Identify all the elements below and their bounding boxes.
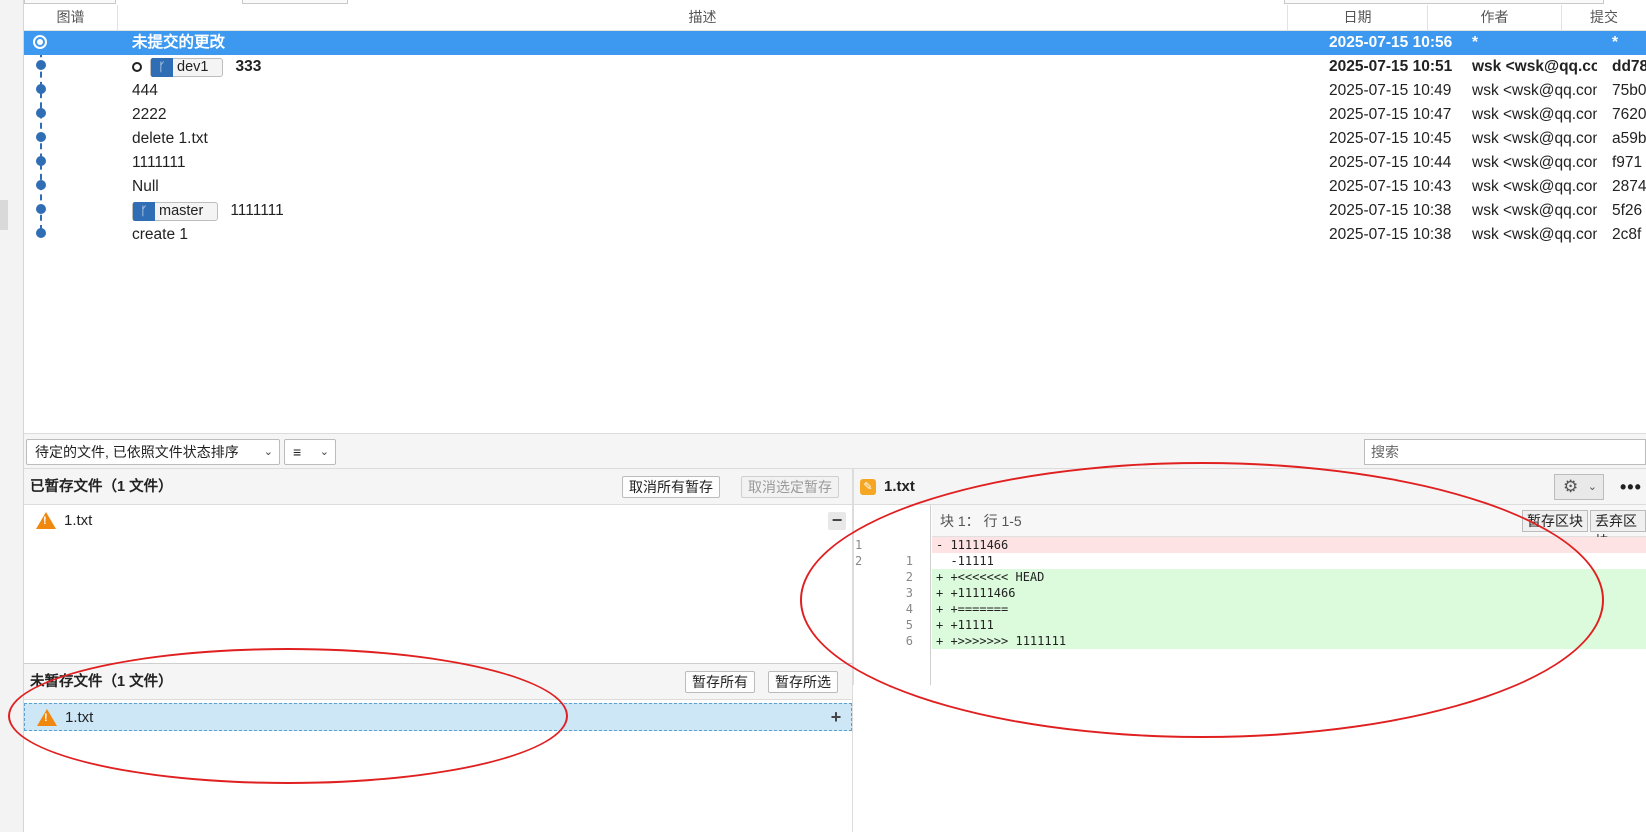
- uncommitted-ring-icon: [33, 35, 47, 49]
- staged-files-pane: 已暂存文件（1 文件） 取消所有暂存 取消选定暂存 1.txt −: [24, 469, 852, 664]
- file-name: 1.txt: [64, 512, 93, 529]
- unstage-file-button[interactable]: −: [828, 511, 846, 530]
- column-date[interactable]: 日期: [1288, 5, 1428, 31]
- stage-all-button[interactable]: 暂存所有: [685, 671, 755, 693]
- commit-hash: 2874: [1612, 178, 1646, 195]
- column-hash[interactable]: 提交: [1562, 5, 1646, 31]
- stage-selected-button[interactable]: 暂存所选: [768, 671, 838, 693]
- commit-row[interactable]: delete 1.txt 2025-07-15 10:45 wsk <wsk@q…: [24, 127, 1646, 151]
- commit-row-uncommitted[interactable]: 未提交的更改 2025-07-15 10:56 * *: [24, 31, 1646, 55]
- unstage-all-button[interactable]: 取消所有暂存: [622, 476, 720, 498]
- commit-description: create 1: [132, 226, 189, 243]
- column-description[interactable]: 描述: [118, 5, 1288, 31]
- commit-description-cell: ᚴ dev1 333: [132, 55, 261, 79]
- commit-row[interactable]: ᚴ dev1 333 2025-07-15 10:51 wsk <wsk@qq.c…: [24, 55, 1646, 79]
- list-icon: ≡: [293, 444, 302, 460]
- commit-description: 333: [235, 58, 262, 75]
- search-input[interactable]: 搜索: [1364, 439, 1646, 465]
- commit-author: wsk <wsk@qq.com>: [1472, 130, 1597, 147]
- commit-author: wsk <wsk@qq.com>: [1472, 178, 1597, 195]
- branch-name: dev1: [177, 59, 209, 75]
- chevron-down-icon: ⌄: [263, 446, 273, 458]
- head-ring-icon: [132, 62, 142, 72]
- commit-author: wsk <wsk@qq.com>: [1472, 58, 1597, 75]
- toolbar-stub: [242, 0, 348, 4]
- annotation-oval-unstaged: [8, 648, 568, 784]
- commit-hash: f971: [1612, 154, 1643, 171]
- commit-list: 未提交的更改 2025-07-15 10:56 * * ᚴ dev1 333 20…: [24, 31, 1646, 247]
- commit-description: 1111111: [132, 154, 186, 171]
- view-mode-dropdown[interactable]: ≡ ⌄: [284, 439, 336, 465]
- commit-date: 2025-07-15 10:51: [1329, 58, 1453, 75]
- commit-date: 2025-07-15 10:49: [1329, 82, 1452, 99]
- discard-hunk-button[interactable]: 丢弃区块: [1590, 510, 1646, 549]
- toolbar-stub: [24, 0, 116, 4]
- diff-file-name: 1.txt: [884, 478, 915, 495]
- commit-date: 2025-07-15 10:38: [1329, 202, 1452, 219]
- diff-options-button[interactable]: ⚙ ⌄: [1554, 474, 1604, 500]
- commit-description: 2222: [132, 106, 167, 123]
- staged-file-row[interactable]: 1.txt −: [24, 507, 852, 535]
- commit-date: 2025-07-15 10:44: [1329, 154, 1452, 171]
- branch-name: master: [159, 203, 204, 219]
- gear-icon: ⚙: [1563, 477, 1579, 496]
- toolbar-stub: [1284, 0, 1604, 4]
- sort-dropdown-label: 待定的文件, 已依照文件状态排序: [35, 444, 239, 460]
- column-graph[interactable]: 图谱: [24, 5, 118, 31]
- commit-author: wsk <wsk@qq.com>: [1472, 106, 1597, 123]
- modified-file-icon: ✎: [860, 479, 876, 495]
- branch-label-dev1[interactable]: ᚴ dev1: [150, 57, 224, 77]
- chevron-down-icon: ⌄: [1587, 481, 1597, 493]
- commit-date: 2025-07-15 10:56: [1329, 34, 1453, 51]
- commit-hash: dd78: [1612, 58, 1646, 75]
- commit-description: 1111111: [230, 202, 284, 219]
- commit-description: Null: [132, 178, 159, 195]
- commit-row[interactable]: ᚴ master 1111111 2025-07-15 10:38 wsk <ws…: [24, 199, 1646, 223]
- commit-date: 2025-07-15 10:43: [1329, 178, 1452, 195]
- commit-hash: 2c8f: [1612, 226, 1642, 243]
- stage-file-button[interactable]: +: [827, 708, 845, 727]
- branch-icon: ᚴ: [151, 57, 173, 77]
- commit-author: wsk <wsk@qq.com>: [1472, 154, 1597, 171]
- commit-row[interactable]: create 1 2025-07-15 10:38 wsk <wsk@qq.co…: [24, 223, 1646, 247]
- staged-header: 已暂存文件（1 文件） 取消所有暂存 取消选定暂存: [24, 469, 852, 505]
- commit-description: 未提交的更改: [132, 34, 226, 51]
- commit-row[interactable]: 2222 2025-07-15 10:47 wsk <wsk@qq.com> 7…: [24, 103, 1646, 127]
- commit-row[interactable]: 444 2025-07-15 10:49 wsk <wsk@qq.com> 75…: [24, 79, 1646, 103]
- commit-list-header: 图谱 描述 日期 作者 提交: [24, 5, 1646, 31]
- commit-date: 2025-07-15 10:38: [1329, 226, 1452, 243]
- column-author[interactable]: 作者: [1428, 5, 1562, 31]
- commit-author: wsk <wsk@qq.com>: [1472, 202, 1597, 219]
- commit-hash: 75b0: [1612, 82, 1646, 99]
- sort-dropdown[interactable]: 待定的文件, 已依照文件状态排序 ⌄: [26, 439, 280, 465]
- commit-description: 444: [132, 82, 158, 99]
- commit-description-cell: ᚴ master 1111111: [132, 199, 284, 223]
- branch-icon: ᚴ: [133, 201, 155, 221]
- commit-author: wsk <wsk@qq.com>: [1472, 226, 1597, 243]
- staged-title: 已暂存文件（1 文件）: [30, 479, 173, 495]
- commit-hash: *: [1612, 34, 1619, 51]
- more-icon[interactable]: •••: [1620, 469, 1642, 505]
- commit-author: wsk <wsk@qq.com>: [1472, 82, 1597, 99]
- commit-row[interactable]: 1111111 2025-07-15 10:44 wsk <wsk@qq.com…: [24, 151, 1646, 175]
- commit-author: *: [1472, 34, 1479, 51]
- file-status-toolbar: 待定的文件, 已依照文件状态排序 ⌄ ≡ ⌄ 搜索: [24, 433, 1646, 469]
- branch-label-master[interactable]: ᚴ master: [132, 201, 219, 221]
- commit-hash: 5f26: [1612, 202, 1643, 219]
- sidebar-marker: [0, 200, 8, 230]
- warning-icon: [36, 512, 56, 529]
- commit-date: 2025-07-15 10:45: [1329, 130, 1452, 147]
- chevron-down-icon: ⌄: [319, 446, 329, 458]
- commit-date: 2025-07-15 10:47: [1329, 106, 1452, 123]
- commit-description: delete 1.txt: [132, 130, 208, 147]
- commit-hash: a59b: [1612, 130, 1646, 147]
- unstage-selected-button[interactable]: 取消选定暂存: [741, 476, 839, 498]
- commit-hash: 7620: [1612, 106, 1646, 123]
- commit-row[interactable]: Null 2025-07-15 10:43 wsk <wsk@qq.com> 2…: [24, 175, 1646, 199]
- annotation-oval-diff: [800, 462, 1604, 738]
